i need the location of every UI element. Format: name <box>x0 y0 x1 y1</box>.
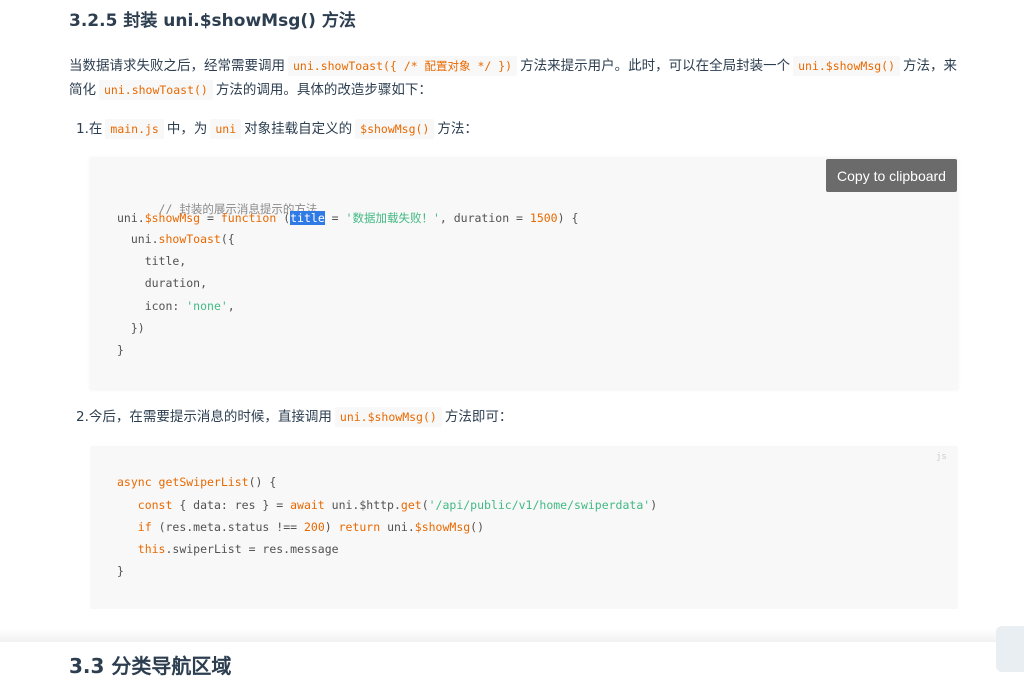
intro-paragraph: 当数据请求失败之后，经常需要调用 uni.showToast({ /* 配置对象 … <box>69 54 959 102</box>
section-heading: 3.2.5 封装 uni.$showMsg() 方法 <box>69 11 356 31</box>
code-block-getswiperlist[interactable]: async getSwiperList() { const { data: re… <box>90 446 958 609</box>
code2-line-1: async getSwiperList() { <box>117 475 277 489</box>
step-1-number: 1. <box>76 121 89 137</box>
step-2-text-2: 方法即可： <box>444 409 513 425</box>
intro-text-2: 方法来提示用户。此时，可以在全局封装一个 <box>520 58 791 74</box>
code2-line-2: const { data: res } = await uni.$http.ge… <box>137 498 658 512</box>
code2-line-4: this.swiperList = res.message <box>137 542 339 556</box>
inline-code-showmsg-call: uni.$showMsg() <box>334 407 442 427</box>
step-2-text-1: 今后，在需要提示消息的时候，直接调用 <box>88 409 332 425</box>
step-1-text-3: 对象挂载自定义的 <box>244 121 353 137</box>
code2-line-3: if (res.meta.status !== 200) return uni.… <box>137 520 485 534</box>
copy-to-clipboard-button[interactable]: Copy to clipboard <box>826 159 957 192</box>
inline-code-showtoast-config: uni.showToast({ /* 配置对象 */ }) <box>288 56 518 76</box>
step-1-text-4: 方法： <box>437 121 478 137</box>
inline-code-mainjs: main.js <box>105 119 164 139</box>
code-line-8: } <box>117 343 124 357</box>
code-line-3: uni.showToast({ <box>117 232 235 246</box>
code-line-6: icon: 'none', <box>117 299 235 313</box>
inline-code-showmsg: uni.$showMsg() <box>793 56 901 76</box>
code-language-tag: js <box>936 452 947 462</box>
step-2-number: 2. <box>76 409 89 425</box>
code2-line-5: } <box>117 564 124 578</box>
inline-code-showtoast: uni.showToast() <box>99 80 213 100</box>
code-line-5: duration, <box>117 276 208 290</box>
next-section-heading: 3.3 分类导航区域 <box>69 654 232 678</box>
code-line-2: uni.$showMsg = function (title = '数据加载失败… <box>117 211 579 225</box>
inline-code-uni: uni <box>210 119 242 139</box>
inline-code-showmsg-method: $showMsg() <box>355 119 435 139</box>
step-1: 1.在 main.js 中，为 uni 对象挂载自定义的 $showMsg() 方法： <box>76 118 478 140</box>
code-line-7: }) <box>117 321 145 335</box>
intro-text-4: 方法的调用。具体的改造步骤如下： <box>215 82 432 98</box>
step-1-text-1: 在 <box>88 121 103 137</box>
section-divider <box>0 628 1024 642</box>
step-2: 2.今后，在需要提示消息的时候，直接调用 uni.$showMsg() 方法即可： <box>76 406 512 428</box>
intro-text-1: 当数据请求失败之后，经常需要调用 <box>69 58 285 74</box>
step-1-text-2: 中，为 <box>166 121 208 137</box>
code-line-4: title, <box>117 254 187 268</box>
document-page: 3.2.5 封装 uni.$showMsg() 方法 当数据请求失败之后，经常需… <box>0 0 1024 690</box>
floating-widget-icon[interactable] <box>996 626 1024 672</box>
selected-text-title[interactable]: title <box>290 211 325 225</box>
